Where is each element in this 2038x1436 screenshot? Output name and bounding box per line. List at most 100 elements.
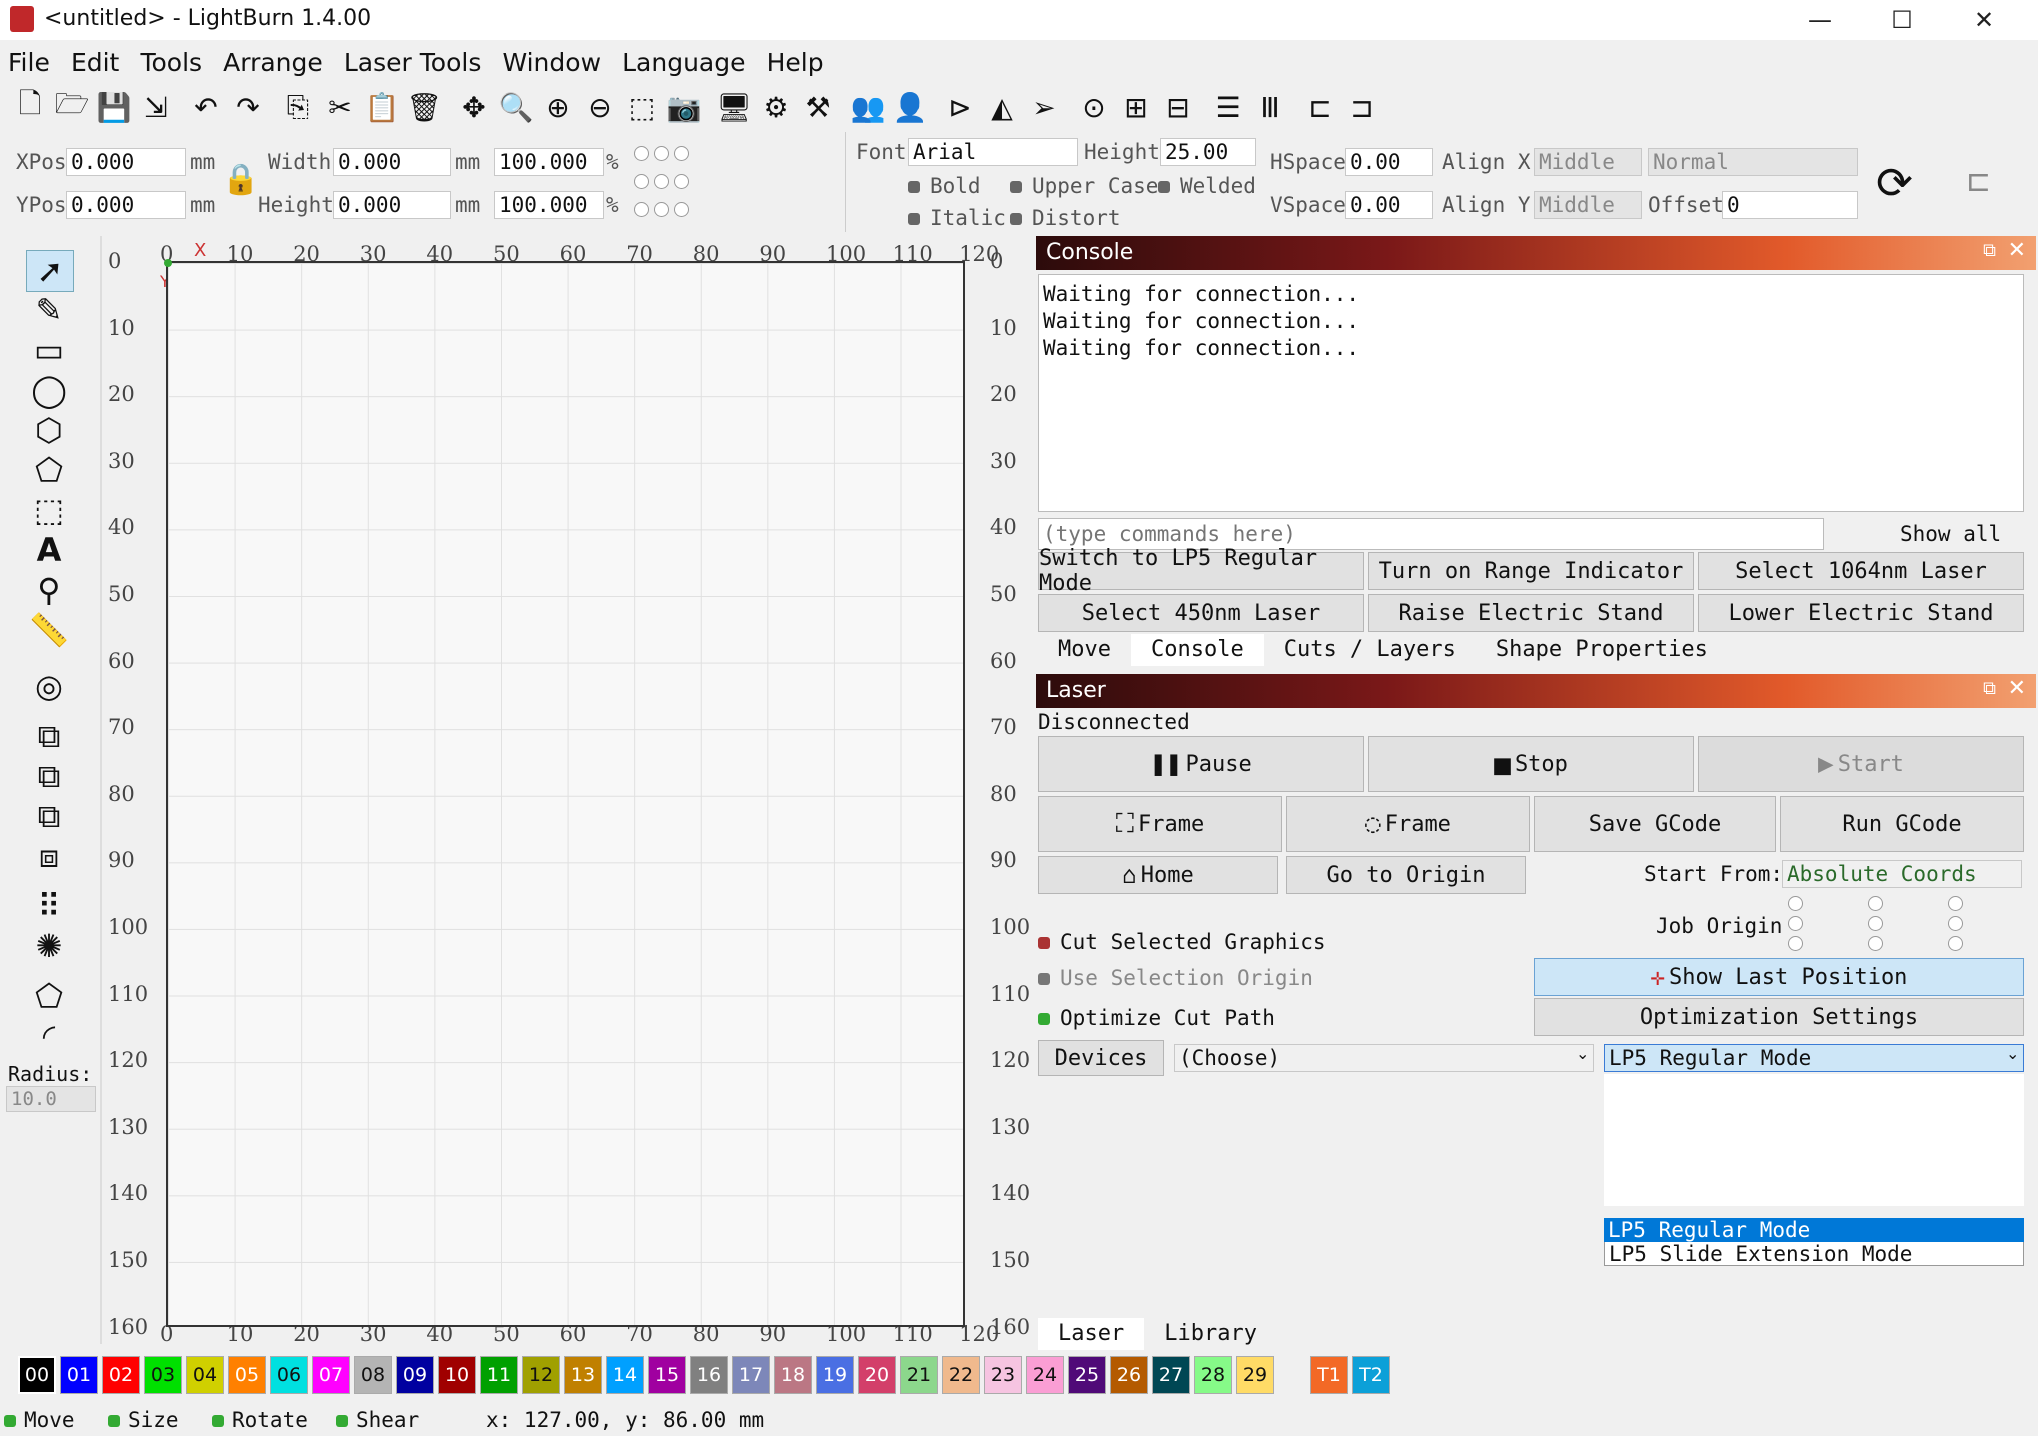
tab-shape-properties[interactable]: Shape Properties xyxy=(1476,634,1728,666)
run-gcode-button[interactable]: Run GCode xyxy=(1780,796,2024,852)
paste-icon[interactable]: 📋 xyxy=(362,87,402,127)
layer-color-swatch[interactable]: 12 xyxy=(522,1356,560,1394)
save-icon[interactable]: 💾 xyxy=(94,87,134,127)
layer-color-swatch[interactable]: 23 xyxy=(984,1356,1022,1394)
layer-color-swatch[interactable]: 20 xyxy=(858,1356,896,1394)
welded-check[interactable]: Welded xyxy=(1158,174,1256,198)
tab-cuts-layers[interactable]: Cuts / Layers xyxy=(1264,634,1476,666)
send-icon[interactable]: ➢ xyxy=(1024,87,1064,127)
layer-color-swatch[interactable]: 25 xyxy=(1068,1356,1106,1394)
use-selection-check[interactable]: Use Selection Origin xyxy=(1038,966,1313,990)
status-size[interactable]: Size xyxy=(108,1404,179,1436)
menu-edit[interactable]: Edit xyxy=(71,48,119,77)
layer-color-swatch[interactable]: 14 xyxy=(606,1356,644,1394)
new-file-icon[interactable]: 🗋 xyxy=(10,87,50,127)
tab-console[interactable]: Console xyxy=(1130,634,1264,666)
text-height-input[interactable]: 25.00 xyxy=(1160,138,1256,166)
layer-color-swatch[interactable]: 24 xyxy=(1026,1356,1064,1394)
zoom-out-icon[interactable]: ⊖ xyxy=(580,87,620,127)
distribute-h-icon[interactable]: ☰ xyxy=(1208,87,1248,127)
macro-button-1064nm[interactable]: Select 1064nm Laser xyxy=(1698,552,2024,590)
dock-right-icon[interactable]: ⊐ xyxy=(1342,87,1382,127)
workspace-canvas[interactable] xyxy=(164,259,965,1327)
height-input[interactable]: 0.000 xyxy=(333,191,451,219)
layer-color-swatch[interactable]: 29 xyxy=(1236,1356,1274,1394)
layer-color-swatch[interactable]: 08 xyxy=(354,1356,392,1394)
font-select[interactable]: Arial xyxy=(908,138,1078,166)
text-mode-select[interactable]: Normal xyxy=(1648,148,1858,176)
menu-laser-tools[interactable]: Laser Tools xyxy=(344,48,481,77)
italic-check[interactable]: Italic xyxy=(908,206,1006,230)
mode-select[interactable]: LP5 Regular Mode xyxy=(1604,1044,2024,1072)
delete-icon[interactable]: 🗑 xyxy=(404,87,444,127)
scale-x-input[interactable]: 100.000 xyxy=(494,148,604,176)
layer-color-swatch[interactable]: 02 xyxy=(102,1356,140,1394)
corner-radius-icon[interactable]: ◜ xyxy=(26,1016,72,1056)
anchor-grid[interactable] xyxy=(634,142,694,222)
text-tool-icon[interactable]: A xyxy=(26,530,72,570)
position-tool-icon[interactable]: ⚲ xyxy=(26,570,72,610)
layer-color-swatch[interactable]: 28 xyxy=(1194,1356,1232,1394)
panel-close-icon[interactable]: ✕ xyxy=(2008,238,2026,263)
move-icon[interactable]: ✥ xyxy=(454,87,494,127)
settings-icon[interactable]: ⚙ xyxy=(756,87,796,127)
home-button[interactable]: ⌂ Home xyxy=(1038,856,1278,894)
save-gcode-button[interactable]: Save GCode xyxy=(1534,796,1776,852)
tab-laser[interactable]: Laser xyxy=(1038,1318,1145,1350)
layer-color-swatch[interactable]: 06 xyxy=(270,1356,308,1394)
layer-color-swatch[interactable]: 19 xyxy=(816,1356,854,1394)
grid-array-icon[interactable]: ⠿ xyxy=(26,886,72,926)
layer-color-swatch[interactable]: 27 xyxy=(1152,1356,1190,1394)
offset-input[interactable]: 0 xyxy=(1722,191,1858,219)
rectangle-tool-icon[interactable]: ▭ xyxy=(26,330,72,370)
bold-check[interactable]: Bold xyxy=(908,174,981,198)
close-button[interactable]: ✕ xyxy=(1944,0,2024,40)
scale-y-input[interactable]: 100.000 xyxy=(494,191,604,219)
layer-color-swatch[interactable]: 10 xyxy=(438,1356,476,1394)
measure-tool-icon[interactable]: 📏 xyxy=(26,610,72,650)
macro-button-raise-stand[interactable]: Raise Electric Stand xyxy=(1368,594,1694,632)
float-icon[interactable]: ⧉ xyxy=(1983,678,1996,699)
layer-color-swatch[interactable]: 15 xyxy=(648,1356,686,1394)
camera-icon[interactable]: 📷 xyxy=(664,87,704,127)
layer-color-swatch[interactable]: 18 xyxy=(774,1356,812,1394)
subtract-tool-icon[interactable]: ⧉ xyxy=(26,796,72,836)
select-tool-icon[interactable]: ➚ xyxy=(26,250,74,292)
maximize-button[interactable]: ☐ xyxy=(1862,0,1942,40)
stop-button[interactable]: ■ Stop xyxy=(1368,736,1694,792)
macro-button-lower-stand[interactable]: Lower Electric Stand xyxy=(1698,594,2024,632)
group-icon[interactable]: 👥 xyxy=(848,87,888,127)
upper-case-check[interactable]: Upper Case xyxy=(1010,174,1158,198)
layer-color-swatch[interactable]: 21 xyxy=(900,1356,938,1394)
polygon-tool-icon[interactable]: ⬡ xyxy=(26,410,72,450)
tab-library[interactable]: Library xyxy=(1144,1318,1277,1350)
layer-color-swatch[interactable]: 16 xyxy=(690,1356,728,1394)
layer-color-swatch[interactable]: 07 xyxy=(312,1356,350,1394)
layer-color-swatch[interactable]: 05 xyxy=(228,1356,266,1394)
dock-icon[interactable]: ⊏ xyxy=(1966,164,1991,199)
pentagon-tool-icon[interactable]: ⬠ xyxy=(26,450,72,490)
job-origin-grid[interactable] xyxy=(1788,896,1968,956)
layer-color-swatch[interactable]: 04 xyxy=(186,1356,224,1394)
redo-icon[interactable]: ↷ xyxy=(228,87,268,127)
user-icon[interactable]: 👤 xyxy=(890,87,930,127)
layer-color-swatch[interactable]: 03 xyxy=(144,1356,182,1394)
status-shear[interactable]: Shear xyxy=(336,1404,419,1436)
frame-rect-button[interactable]: ⛶ Frame xyxy=(1038,796,1282,852)
mirror-v-icon[interactable]: ◭ xyxy=(982,87,1022,127)
start-from-select[interactable]: Absolute Coords xyxy=(1782,860,2022,888)
cut-icon[interactable]: ✂ xyxy=(320,87,360,127)
monitor-icon[interactable]: 🖥 xyxy=(714,87,754,127)
minimize-button[interactable]: — xyxy=(1780,0,1860,40)
align-center-icon[interactable]: ⊞ xyxy=(1116,87,1156,127)
layer-color-swatch[interactable]: 13 xyxy=(564,1356,602,1394)
ellipse-tool-icon[interactable]: ◯ xyxy=(26,370,72,410)
menu-tools[interactable]: Tools xyxy=(140,48,202,77)
device-select[interactable]: (Choose) xyxy=(1174,1044,1594,1072)
menu-help[interactable]: Help xyxy=(767,48,824,77)
mode-option-regular[interactable]: LP5 Regular Mode xyxy=(1604,1218,2024,1242)
edit-nodes-icon[interactable]: ⬠ xyxy=(26,976,72,1016)
macro-button-450nm[interactable]: Select 450nm Laser xyxy=(1038,594,1364,632)
layer-color-swatch[interactable]: 26 xyxy=(1110,1356,1148,1394)
panel-close-icon[interactable]: ✕ xyxy=(2008,676,2026,701)
